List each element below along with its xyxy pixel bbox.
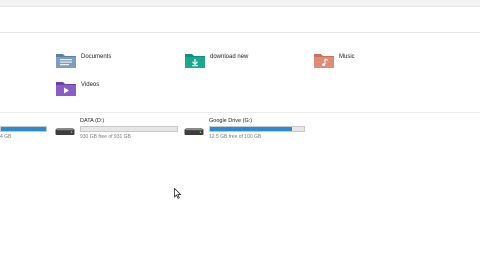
- videos-folder-icon: [56, 82, 76, 96]
- drive-name: DATA (D:): [80, 118, 105, 124]
- hard-drive-icon: [55, 128, 75, 135]
- address-divider: [0, 32, 480, 33]
- mouse-cursor-icon: [174, 188, 182, 199]
- drive-free-space: 12.5 GB free of 100 GB: [209, 134, 262, 140]
- drive-usage-bar: [80, 126, 178, 132]
- drive-usage-fill: [210, 127, 293, 131]
- folder-music[interactable]: Music: [313, 52, 355, 69]
- folder-label: Music: [339, 53, 355, 60]
- download-folder-icon: [185, 54, 205, 68]
- music-folder-icon: [314, 54, 334, 68]
- drive-usage-bar: [0, 126, 47, 132]
- folder-label: Documents: [81, 53, 112, 60]
- folder-label: download new: [210, 53, 249, 60]
- drive-free-space: 4 GB: [0, 134, 12, 140]
- toolbar-divider: [0, 6, 480, 7]
- drive-usage-fill: [1, 127, 46, 131]
- folder-download-new[interactable]: download new: [184, 52, 248, 69]
- hard-drive-icon: [184, 128, 204, 135]
- section-divider: [0, 112, 480, 113]
- drive-name: Google Drive (G:): [209, 118, 253, 124]
- folder-documents[interactable]: Documents: [55, 52, 111, 69]
- documents-folder-icon: [56, 54, 76, 68]
- folder-label: Videos: [81, 81, 100, 88]
- folder-videos[interactable]: Videos: [55, 80, 99, 97]
- drive-usage-bar: [209, 126, 305, 132]
- drive-free-space: 930 GB free of 931 GB: [80, 134, 131, 140]
